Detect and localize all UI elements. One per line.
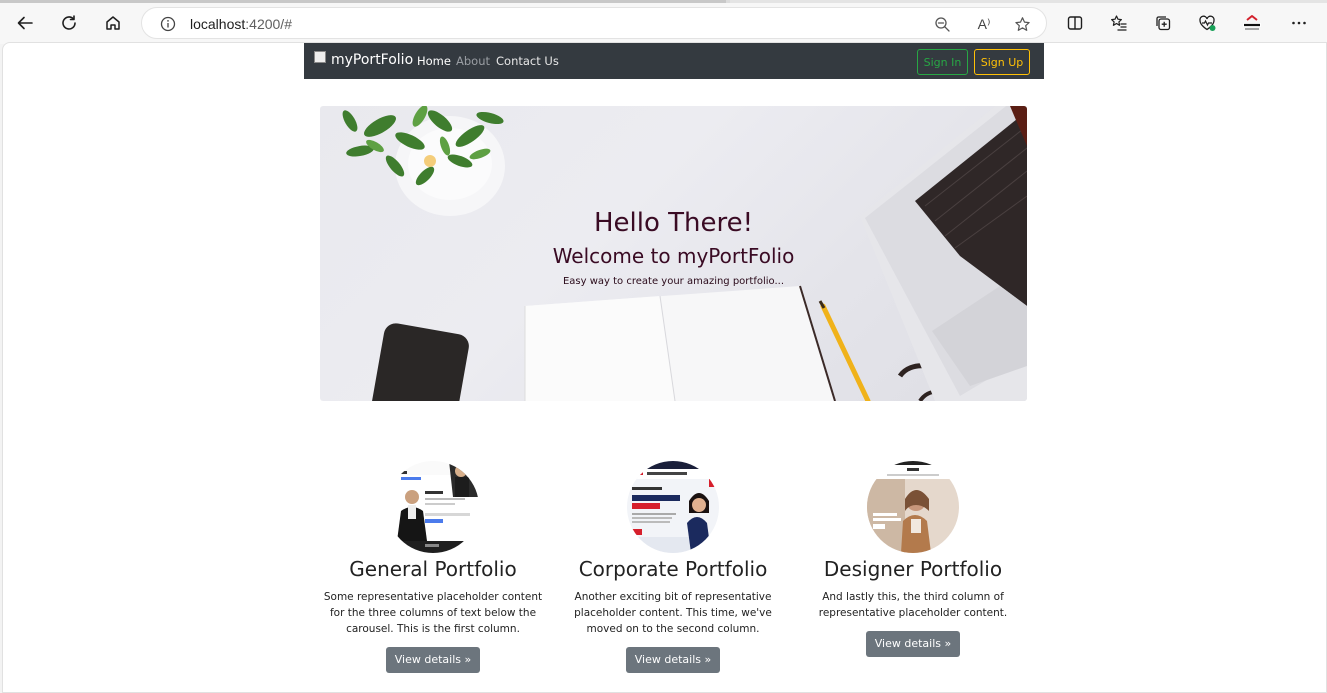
back-button[interactable] (11, 9, 39, 37)
split-screen-button[interactable] (1061, 9, 1089, 37)
hero-tagline: Easy way to create your amazing portfoli… (562, 276, 785, 287)
corporate-portfolio-thumbnail[interactable] (627, 461, 719, 553)
card-text: Another exciting bit of representative p… (574, 591, 772, 635)
nav-link-contact[interactable]: Contact Us (496, 54, 559, 68)
hero-banner: Hello There! Welcome to myPortFolio Easy… (320, 106, 1027, 401)
home-button[interactable] (99, 9, 127, 37)
settings-more-button[interactable] (1285, 9, 1313, 37)
stay-home-extension-icon (1243, 15, 1261, 30)
card-title: General Portfolio (349, 557, 517, 581)
refresh-button[interactable] (55, 9, 83, 37)
tab-strip-edge (0, 0, 1327, 3)
view-details-button[interactable]: View details » (625, 647, 721, 673)
general-portfolio-thumbnail[interactable] (387, 461, 479, 553)
read-aloud-icon[interactable]: A⁾ (972, 12, 996, 36)
portfolio-card-general: General Portfolio Some representative pl… (318, 461, 548, 673)
brand-name: myPortFolio (331, 52, 414, 68)
broken-logo-image-icon (314, 51, 326, 63)
navbar: myPortFolio Home About Contact Us Sign I… (304, 43, 1044, 79)
favorites-button[interactable] (1105, 9, 1133, 37)
view-details-button[interactable]: View details » (385, 647, 481, 673)
page-viewport: myPortFolio Home About Contact Us Sign I… (2, 42, 1327, 693)
hero-subtitle: Welcome to myPortFolio (552, 244, 795, 268)
zoom-icon[interactable] (930, 12, 954, 36)
browser-chrome: localhost:4200/# A⁾ (0, 0, 1327, 44)
address-bar[interactable]: localhost:4200/# A⁾ (141, 7, 1047, 39)
card-title: Designer Portfolio (823, 557, 1003, 581)
card-text: Some representative placeholder content … (323, 591, 543, 635)
collections-button[interactable] (1149, 9, 1177, 37)
sign-in-button[interactable]: Sign In (917, 49, 968, 75)
active-tab-edge (0, 0, 726, 3)
home-icon (106, 16, 120, 30)
url-text[interactable]: localhost:4200/# (190, 16, 292, 32)
collections-icon (1156, 16, 1171, 31)
nav-link-home[interactable]: Home (417, 54, 451, 68)
back-arrow-icon (17, 16, 33, 30)
card-title: Corporate Portfolio (578, 557, 768, 581)
heart-pulse-icon (1199, 15, 1216, 31)
designer-portfolio-thumbnail[interactable] (867, 461, 959, 553)
url-host: localhost (190, 16, 246, 32)
designer-portfolio-image (867, 461, 959, 553)
corporate-portfolio-image (627, 461, 719, 553)
nav-link-about[interactable]: About (456, 54, 490, 68)
favorite-star-icon[interactable] (1010, 12, 1034, 36)
hero-title: Hello There! (593, 208, 754, 238)
browser-essentials-button[interactable] (1193, 9, 1221, 37)
inactive-tab-edge (730, 0, 1327, 3)
refresh-icon (62, 15, 76, 30)
more-dots-icon (1292, 21, 1306, 25)
extension-stay-home-button[interactable] (1238, 9, 1266, 37)
portfolio-card-designer: Designer Portfolio And lastly this, the … (798, 461, 1028, 657)
site-info-icon[interactable] (158, 14, 178, 34)
navbar-brand[interactable]: myPortFolio (314, 51, 414, 68)
split-screen-icon (1067, 16, 1083, 30)
card-text: And lastly this, the third column of rep… (818, 591, 1008, 619)
sign-up-button[interactable]: Sign Up (974, 49, 1030, 75)
portfolio-card-corporate: Corporate Portfolio Another exciting bit… (558, 461, 788, 673)
url-path: :4200/# (245, 16, 292, 32)
view-details-button[interactable]: View details » (865, 631, 961, 657)
general-portfolio-image (387, 461, 479, 553)
favorites-list-icon (1111, 15, 1127, 31)
